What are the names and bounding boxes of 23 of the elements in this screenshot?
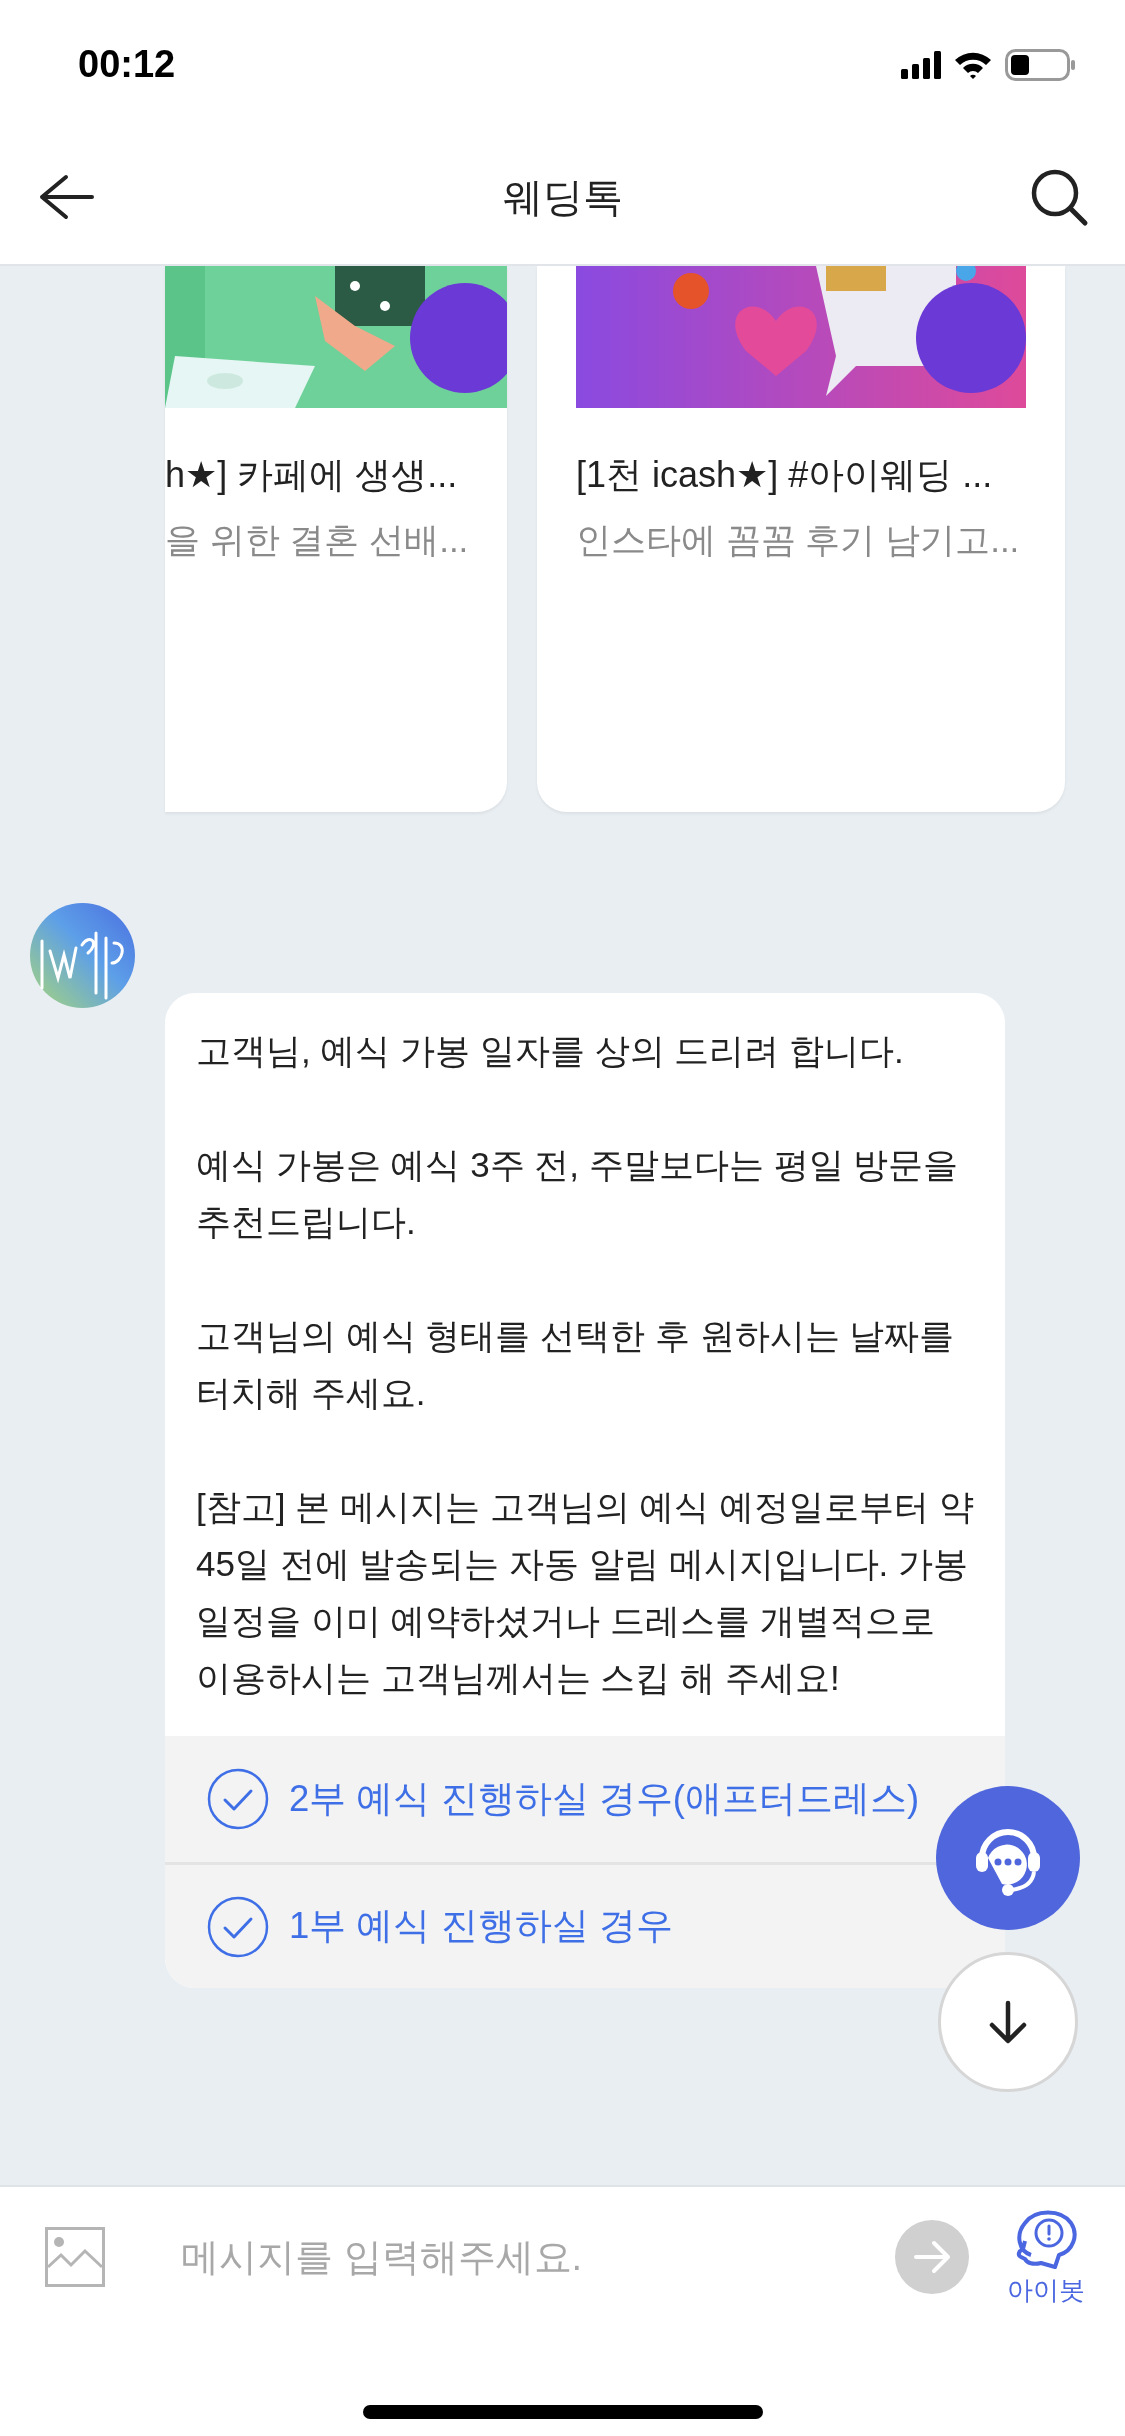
card-subtitle: 인스타에 꼼꼼 후기 남기고... [576, 519, 1021, 561]
check-circle-icon [207, 1768, 269, 1830]
card-title: h★] 카페에 생생... [165, 453, 459, 497]
signal-icon [901, 51, 941, 79]
bot-button[interactable]: 아이봇 [1007, 2204, 1085, 2310]
wifi-icon [953, 50, 993, 80]
battery-icon [1005, 49, 1075, 81]
card-subtitle: 을 위한 결혼 선배... [165, 519, 470, 561]
message-input[interactable]: 메시지를 입력해주세요. [179, 2227, 895, 2287]
option-button[interactable]: 1부 예식 진행하실 경우 [165, 1862, 1005, 1988]
card[interactable]: [1천 icash★] #아이웨딩 ... 인스타에 꼼꼼 후기 남기고... [537, 266, 1065, 812]
message-text: 고객님의 예식 형태를 선택한 후 원하시는 날짜를 터치해 주세요. [196, 1315, 956, 1414]
avatar-icon [30, 903, 135, 1008]
message-text: 예식 가봉은 예식 3주 전, 주말보다는 평일 방문을 추천드립니다. [196, 1144, 960, 1243]
message-text: [참고] 본 메시지는 고객님의 예식 예정일로부터 약 45일 전에 발송되는 자동 알림 메시지입니다. 가봉 일정을 이미 예약하셨거나 드레스를 개별적으로 이용하시는 고객님께서는 스킵 해 주세요! [196, 1486, 974, 1699]
card[interactable]: h★] 카페에 생생... 을 위한 결혼 선배... [165, 266, 507, 812]
header-title: 웨딩톡 [502, 174, 623, 221]
check-circle-icon [207, 1895, 269, 1958]
status-time: 00:12 [78, 41, 176, 87]
message-text: 고객님, 예식 가봉 일자를 상의 드리려 합니다. [196, 1030, 905, 1072]
option-button[interactable]: 2부 예식 진행하실 경우(애프터드레스) [165, 1736, 1005, 1862]
card-title: [1천 icash★] #아이웨딩 ... [576, 453, 994, 497]
search-button[interactable] [1029, 167, 1089, 227]
